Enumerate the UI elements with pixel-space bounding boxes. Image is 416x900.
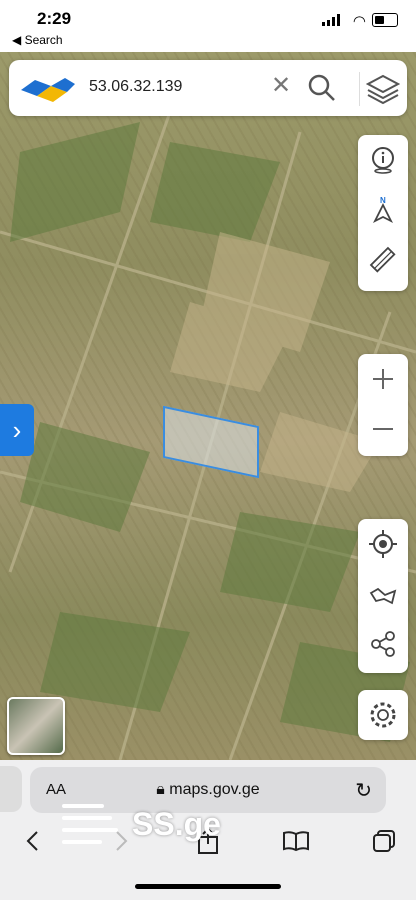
compass-button[interactable]: N: [358, 185, 408, 235]
share-icon: [371, 631, 395, 657]
lock-icon: 🔒︎: [156, 781, 170, 798]
field-lines: [0, 111, 416, 760]
route-icon: [369, 587, 397, 605]
search-input[interactable]: 53.06.32.139: [89, 78, 182, 96]
url-text: 🔒︎ maps.gov.ge: [30, 781, 386, 799]
clock: 2:29: [37, 9, 72, 28]
zoom-out-icon: [373, 428, 393, 430]
share-button[interactable]: [358, 619, 408, 669]
locate-button[interactable]: [358, 519, 408, 569]
info-icon: [372, 147, 394, 174]
satellite-map[interactable]: [0, 52, 416, 760]
watermark-lines-icon: [62, 804, 118, 844]
info-button[interactable]: [358, 135, 408, 185]
measure-icon: [369, 246, 396, 273]
gear-icon: [370, 702, 396, 728]
settings-button[interactable]: [358, 690, 408, 740]
basemap-thumbnail[interactable]: [7, 697, 65, 755]
search-icon[interactable]: [307, 73, 337, 103]
book-icon: [283, 831, 309, 852]
open-sidebar-button[interactable]: ›: [0, 404, 34, 456]
back-to-search-link[interactable]: ◀ Search: [12, 33, 63, 47]
back-button[interactable]: [18, 826, 48, 856]
route-button[interactable]: [358, 569, 408, 619]
chevron-left-icon: [26, 831, 38, 851]
tabs-button[interactable]: [369, 826, 399, 856]
home-indicator[interactable]: [135, 884, 281, 889]
clear-search-button[interactable]: ✕: [267, 72, 295, 100]
bookmarks-button[interactable]: [281, 826, 311, 856]
previous-tab-pill[interactable]: [0, 766, 22, 812]
settings-panel: [358, 690, 408, 740]
url-domain: maps.gov.ge: [169, 781, 260, 798]
signal-icon: [322, 14, 340, 26]
reload-icon[interactable]: ↻: [355, 778, 372, 803]
zoom-in-button[interactable]: [358, 354, 408, 404]
watermark-text: SS.ge: [132, 806, 221, 842]
locate-icon: [369, 530, 397, 558]
status-bar: 2:29 ◀ Search ◠: [0, 0, 416, 52]
info-tools-panel: N: [358, 135, 408, 291]
measure-button[interactable]: [358, 235, 408, 285]
napr-logo-icon: [21, 78, 75, 102]
chevron-right-icon: ›: [12, 414, 22, 445]
battery-icon: [372, 13, 398, 27]
ss-ge-watermark: SS.ge: [60, 798, 240, 858]
zoom-panel: [358, 354, 408, 456]
map-tools-panel: [358, 519, 408, 673]
wifi-icon: ◠: [352, 13, 366, 30]
search-bar: 53.06.32.139 ✕: [9, 60, 407, 116]
zoom-out-button[interactable]: [358, 404, 408, 454]
zoom-in-icon: [373, 369, 393, 389]
tabs-icon: [373, 830, 395, 852]
layers-icon[interactable]: [359, 72, 400, 106]
compass-icon: N: [372, 196, 394, 224]
